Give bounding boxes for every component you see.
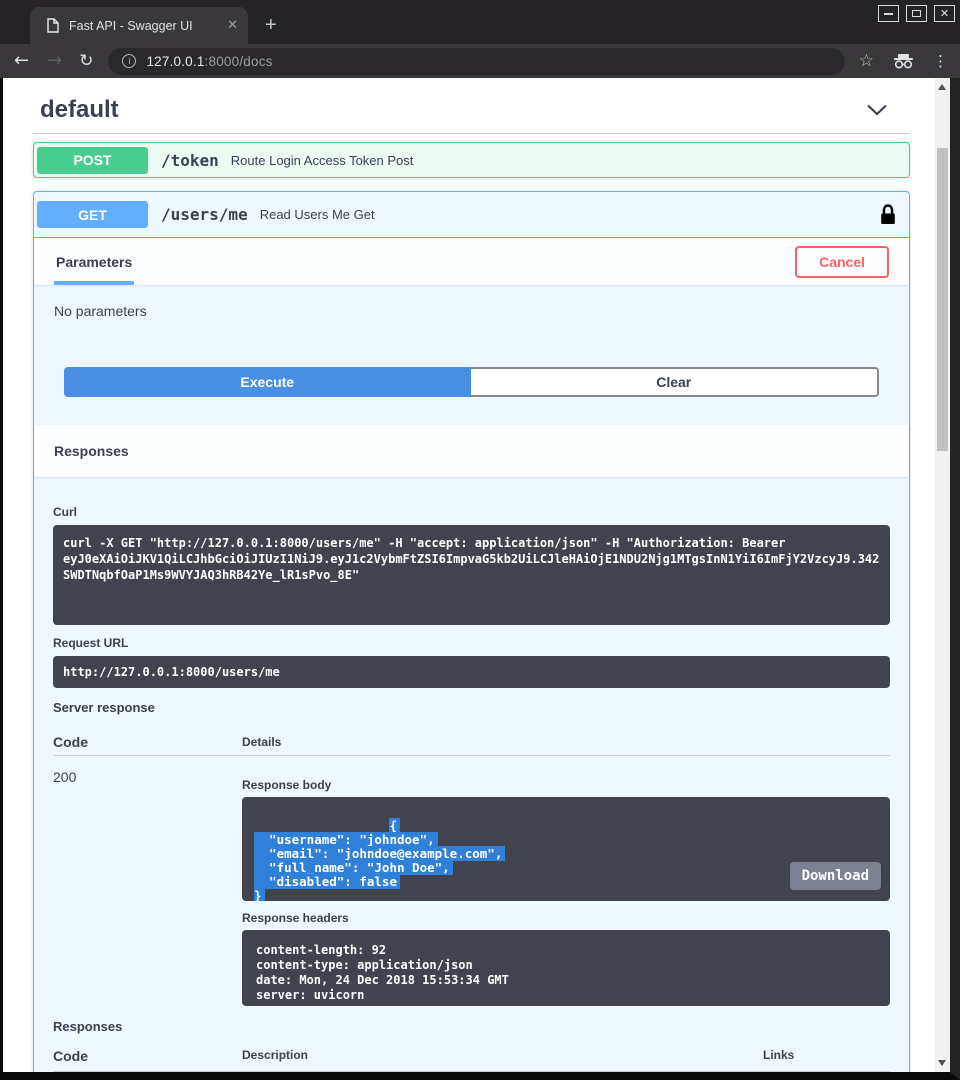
tag-divider	[33, 133, 910, 134]
tag-section-header[interactable]: default	[33, 92, 910, 128]
browser-toolbar: ← → ↻ i 127.0.0.1:8000/docs ☆ ⋮	[0, 44, 960, 78]
get-path: /users/me	[161, 205, 248, 224]
response-body-label: Response body	[242, 778, 890, 792]
request-url-label: Request URL	[53, 636, 890, 650]
scrollbar[interactable]	[935, 78, 950, 1072]
url-path: :8000/docs	[205, 54, 273, 69]
details-column-header: Details	[242, 735, 281, 749]
reload-icon[interactable]: ↻	[79, 53, 93, 70]
clear-button[interactable]: Clear	[471, 367, 880, 397]
back-icon[interactable]: ←	[14, 52, 29, 70]
post-method-badge: POST	[37, 147, 148, 174]
curl-label: Curl	[53, 505, 890, 519]
server-response-label: Server response	[53, 700, 890, 715]
tag-title: default	[40, 96, 119, 124]
scroll-down-icon[interactable]	[938, 1060, 946, 1066]
responses-table-head: Code Description Links	[53, 1048, 890, 1072]
code-column-header: Code	[53, 734, 242, 750]
responses-section-header: Responses	[34, 425, 909, 477]
url-host: 127.0.0.1	[146, 54, 204, 69]
execute-button[interactable]: Execute	[64, 367, 471, 397]
menu-kebab-icon[interactable]: ⋮	[933, 54, 948, 69]
curl-command-block[interactable]: curl -X GET "http://127.0.0.1:8000/users…	[53, 525, 890, 625]
scroll-up-icon[interactable]	[938, 84, 946, 90]
responses-table-label: Responses	[53, 1019, 890, 1034]
browser-window: Fast API - Swagger UI ✕ + ✕ ← → ↻ i 127.…	[0, 0, 960, 1080]
get-method-badge: GET	[37, 201, 148, 228]
tab-parameters: Parameters	[54, 238, 134, 285]
server-response-row: 200 Response body { "username": "johndoe…	[53, 756, 890, 1006]
code-column-header-2: Code	[53, 1048, 242, 1064]
get-summary-row[interactable]: GET /users/me Read Users Me Get	[34, 192, 909, 238]
response-body-block[interactable]: { "username": "johndoe", "email": "johnd…	[242, 797, 890, 901]
server-response-table: Code Details 200 Response body { "userna…	[53, 729, 890, 1006]
response-headers-label: Response headers	[242, 911, 890, 925]
address-bar[interactable]: i 127.0.0.1:8000/docs	[108, 48, 844, 75]
links-column-header: Links	[763, 1048, 890, 1062]
parameters-header: Parameters Cancel	[34, 238, 909, 285]
request-url-value: http://127.0.0.1:8000/users/me	[53, 656, 890, 688]
post-summary: Route Login Access Token Post	[231, 153, 414, 168]
maximize-icon	[912, 10, 921, 17]
window-controls: ✕	[878, 5, 955, 22]
no-parameters-text: No parameters	[54, 303, 889, 319]
cancel-button[interactable]: Cancel	[795, 246, 889, 278]
site-info-icon[interactable]: i	[122, 54, 136, 68]
new-tab-button[interactable]: +	[265, 15, 277, 35]
incognito-icon	[893, 54, 914, 69]
maximize-button[interactable]	[906, 5, 927, 22]
bookmark-star-icon[interactable]: ☆	[859, 51, 874, 71]
download-button[interactable]: Download	[790, 862, 881, 890]
parameters-body: No parameters Execute Clear	[34, 285, 909, 425]
response-details-cell: Response body { "username": "johndoe", "…	[242, 769, 890, 1006]
close-icon: ✕	[940, 8, 949, 19]
forward-icon[interactable]: →	[47, 52, 62, 70]
favicon-document-icon	[47, 18, 59, 33]
responses-title: Responses	[54, 443, 129, 459]
minimize-icon	[884, 13, 893, 15]
responses-table: Code Description Links	[53, 1048, 890, 1072]
response-headers-block: content-length: 92 content-type: applica…	[242, 930, 890, 1006]
auth-lock-icon[interactable]	[880, 204, 896, 225]
url-text: 127.0.0.1:8000/docs	[146, 54, 272, 69]
responses-body: Curl curl -X GET "http://127.0.0.1:8000/…	[34, 505, 909, 1072]
tab-title: Fast API - Swagger UI	[69, 19, 227, 33]
opblock-get-users-me: GET /users/me Read Users Me Get Paramete…	[33, 191, 910, 1072]
execute-row: Execute Clear	[64, 367, 879, 397]
title-bar: Fast API - Swagger UI ✕ + ✕	[0, 0, 960, 44]
description-column-header: Description	[242, 1048, 763, 1062]
minimize-button[interactable]	[878, 5, 899, 22]
browser-tab[interactable]: Fast API - Swagger UI ✕	[30, 7, 248, 44]
get-summary: Read Users Me Get	[260, 207, 375, 222]
tab-close-icon[interactable]: ✕	[227, 18, 238, 33]
server-response-table-head: Code Details	[53, 729, 890, 756]
close-button[interactable]: ✕	[934, 5, 955, 22]
response-body-json: { "username": "johndoe", "email": "johnd…	[254, 818, 505, 901]
status-code: 200	[53, 769, 242, 1006]
post-path: /token	[161, 151, 219, 170]
opblock-post-token[interactable]: POST /token Route Login Access Token Pos…	[33, 142, 910, 178]
chevron-down-icon[interactable]	[866, 104, 888, 116]
scrollbar-thumb[interactable]	[937, 148, 948, 451]
page-viewport: default POST /token Route Login Access T…	[0, 78, 960, 1080]
swagger-page: default POST /token Route Login Access T…	[3, 78, 935, 1072]
